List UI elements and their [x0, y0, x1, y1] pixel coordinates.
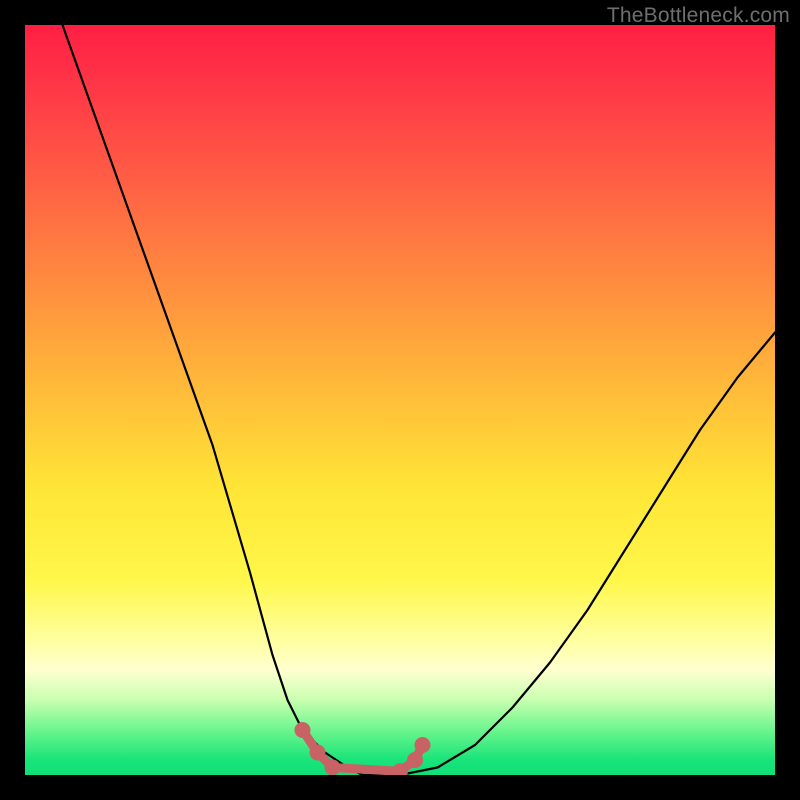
marker-dot: [295, 722, 311, 738]
plot-area: [25, 25, 775, 775]
marker-dot: [415, 737, 431, 753]
marker-dot: [310, 745, 326, 761]
marker-dot: [325, 760, 341, 776]
marker-dot: [407, 752, 423, 768]
bottleneck-curve: [63, 25, 776, 775]
outer-frame: TheBottleneck.com: [0, 0, 800, 800]
bottleneck-svg: [25, 25, 775, 775]
